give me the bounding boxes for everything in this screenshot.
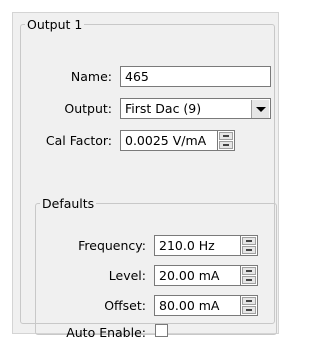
offset-label: Offset: [104,298,146,313]
name-input[interactable]: 465 [120,66,271,87]
output-group-title: Output 1 [27,17,83,32]
frequency-input[interactable]: 210.0 Hz [154,235,241,256]
spin-up-icon[interactable] [242,267,256,275]
output-dropdown-button[interactable] [251,100,269,118]
offset-spinner[interactable] [241,295,258,316]
defaults-group: Defaults Frequency: 210.0 Hz Level: 20.0… [35,196,277,340]
auto-enable-checkbox[interactable] [155,324,168,337]
defaults-group-title: Defaults [42,196,95,211]
cal-factor-spinner[interactable] [218,130,235,151]
name-label: Name: [70,69,112,84]
output-group: Output 1 Name: 465 Output: First Dac (9)… [20,17,277,340]
spin-down-icon[interactable] [242,306,256,314]
spin-up-icon[interactable] [219,132,233,140]
cal-factor-label: Cal Factor: [45,133,112,148]
spin-down-icon[interactable] [242,276,256,284]
level-spinner[interactable] [241,265,258,286]
spin-down-icon[interactable] [219,141,233,149]
level-input[interactable]: 20.00 mA [154,265,241,286]
spin-down-icon[interactable] [242,246,256,254]
output-dropdown[interactable]: First Dac (9) [120,98,271,119]
cal-factor-input[interactable]: 0.0025 V/mA [120,130,218,151]
output-selected-value: First Dac (9) [125,101,202,116]
spin-up-icon[interactable] [242,297,256,305]
spin-up-icon[interactable] [242,237,256,245]
output-settings-panel: Output 1 Name: 465 Output: First Dac (9)… [12,12,279,340]
auto-enable-label: Auto Enable: [66,325,146,340]
frequency-spinner[interactable] [241,235,258,256]
frequency-label: Frequency: [78,238,146,253]
level-label: Level: [108,268,146,283]
offset-input[interactable]: 80.00 mA [154,295,241,316]
chevron-down-icon [256,107,266,112]
output-label: Output: [64,101,112,116]
